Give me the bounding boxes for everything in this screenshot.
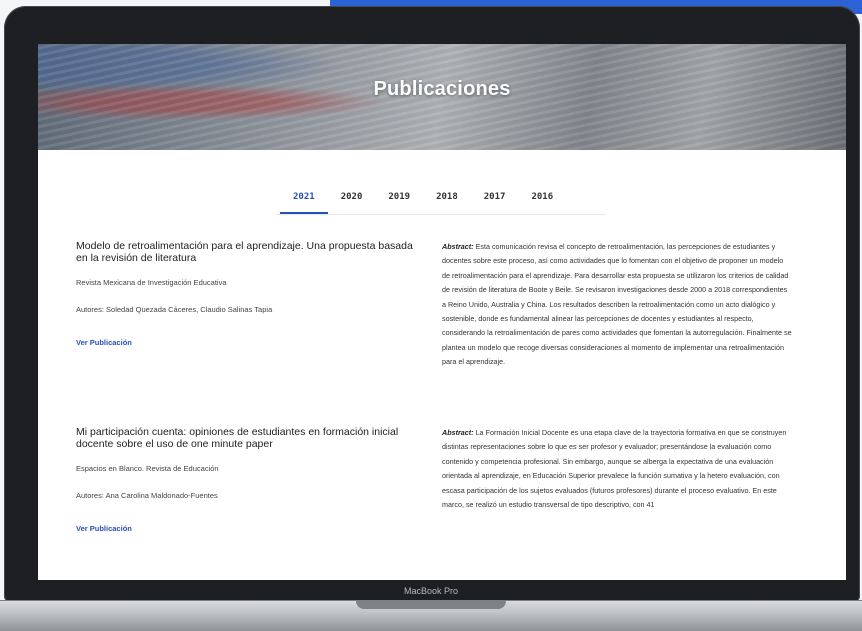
publication-journal: Revista Mexicana de Investigación Educat… <box>76 278 227 287</box>
view-publication-link[interactable]: Ver Publicación <box>76 524 132 533</box>
abstract-text: Esta comunicación revisa el concepto de … <box>442 242 792 367</box>
tab-2019[interactable]: 2019 <box>375 192 423 214</box>
laptop-brand-label: MacBook Pro <box>403 586 459 596</box>
publication-journal: Espacios en Blanco. Revista de Educación <box>76 464 219 473</box>
tab-2021[interactable]: 2021 <box>280 192 328 214</box>
laptop-lid: Publicaciones 2021 2020 2019 2018 2017 2… <box>4 6 860 602</box>
publication-authors: Autores: Soledad Quezada Cáceres, Claudi… <box>76 305 273 314</box>
view-publication-link[interactable]: Ver Publicación <box>76 338 132 347</box>
tab-2017[interactable]: 2017 <box>471 192 519 214</box>
hero-banner: Publicaciones <box>38 44 846 150</box>
laptop-screen: Publicaciones 2021 2020 2019 2018 2017 2… <box>38 44 846 580</box>
tab-2016[interactable]: 2016 <box>518 192 566 214</box>
page-title: Publicaciones <box>373 78 511 100</box>
laptop-hinge-notch <box>356 601 506 609</box>
tab-2018[interactable]: 2018 <box>423 192 471 214</box>
publication-abstract: Abstract: La Formación Inicial Docente e… <box>442 426 792 512</box>
publication-authors: Autores: Ana Carolina Maldonado-Fuentes <box>76 491 218 500</box>
tab-2020[interactable]: 2020 <box>328 192 376 214</box>
abstract-label: Abstract: <box>442 428 474 437</box>
publication-meta: Modelo de retroalimentación para el apre… <box>76 240 426 350</box>
publication-abstract: Abstract: Esta comunicación revisa el co… <box>442 240 792 370</box>
publication-title: Modelo de retroalimentación para el apre… <box>76 240 413 264</box>
tabs-divider <box>276 214 606 215</box>
abstract-text: La Formación Inicial Docente es una etap… <box>442 428 787 510</box>
publication-meta: Mi participación cuenta: opiniones de es… <box>76 426 426 536</box>
publication-title: Mi participación cuenta: opiniones de es… <box>76 426 399 450</box>
year-tabs: 2021 2020 2019 2018 2017 2016 <box>280 192 566 214</box>
abstract-label: Abstract: <box>442 242 474 251</box>
